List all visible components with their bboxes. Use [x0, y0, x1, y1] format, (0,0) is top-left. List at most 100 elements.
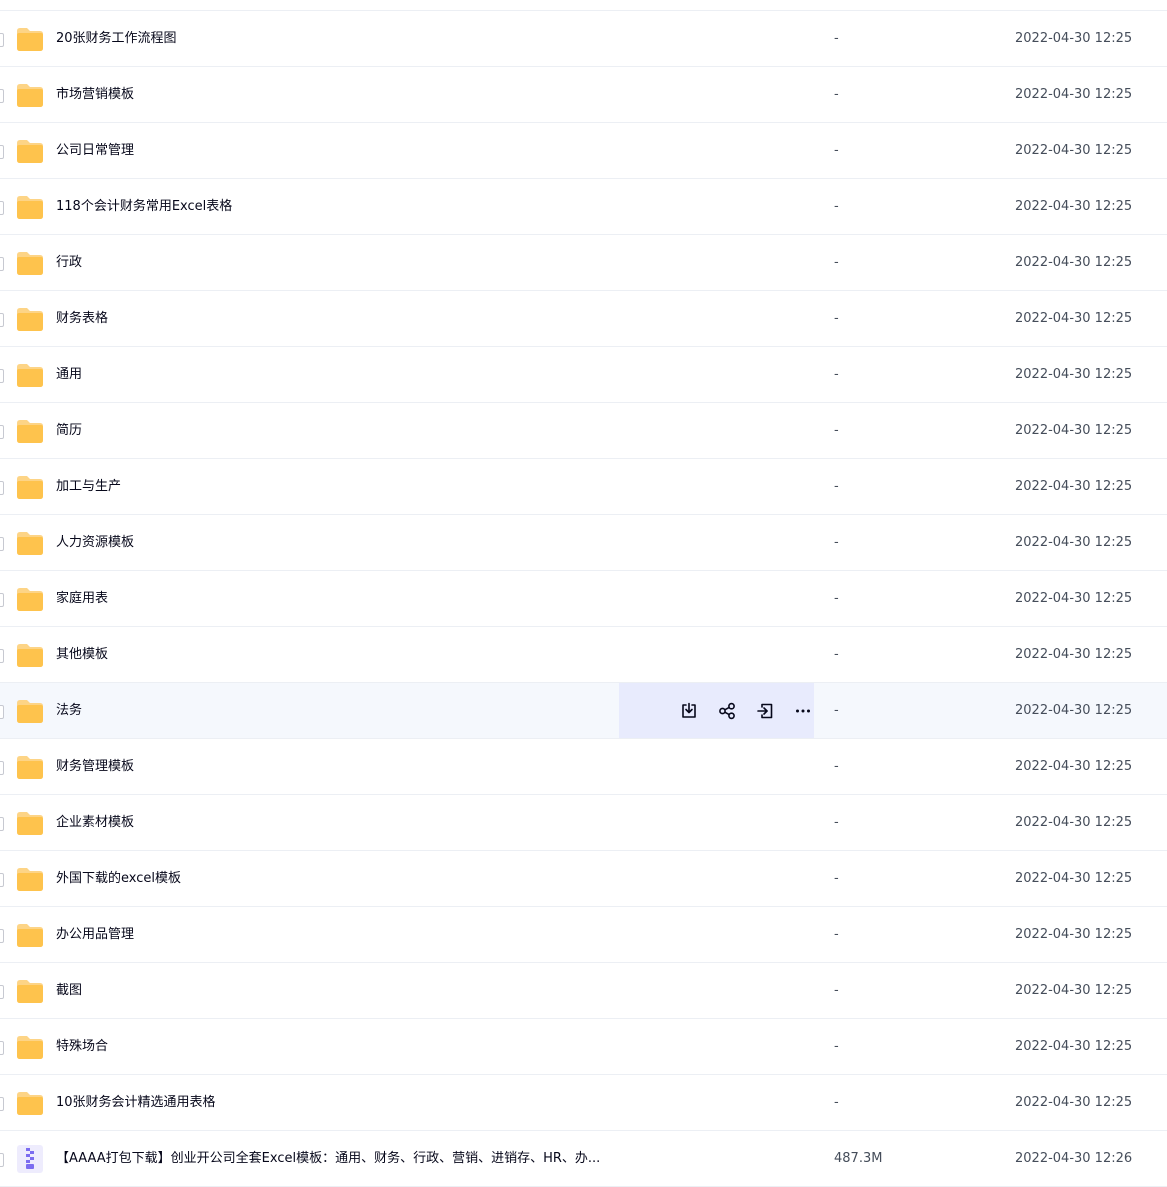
row-checkbox[interactable] [0, 873, 4, 887]
row-checkbox[interactable] [0, 537, 4, 551]
file-name[interactable]: 法务 [56, 701, 82, 721]
file-row[interactable]: 简历 - 2022-04-30 12:25 [0, 403, 1167, 459]
folder-icon [16, 193, 44, 221]
file-modified-time: 2022-04-30 12:25 [1015, 983, 1133, 998]
file-row[interactable]: 企业素材模板 - 2022-04-30 12:25 [0, 795, 1167, 851]
file-row[interactable]: 办公用品管理 - 2022-04-30 12:25 [0, 907, 1167, 963]
file-size: - [834, 815, 839, 830]
move-icon[interactable] [754, 700, 776, 722]
file-row[interactable]: 人力资源模板 - 2022-04-30 12:25 [0, 515, 1167, 571]
file-name[interactable]: 财务表格 [56, 309, 108, 329]
row-checkbox[interactable] [0, 1041, 4, 1055]
row-checkbox[interactable] [0, 593, 4, 607]
row-checkbox[interactable] [0, 201, 4, 215]
file-name[interactable]: 人力资源模板 [56, 533, 134, 553]
file-name[interactable]: 行政 [56, 253, 82, 273]
folder-icon [16, 25, 44, 53]
row-checkbox[interactable] [0, 705, 4, 719]
folder-icon [16, 753, 44, 781]
file-modified-time: 2022-04-30 12:25 [1015, 535, 1133, 550]
file-row[interactable]: 财务表格 - 2022-04-30 12:25 [0, 291, 1167, 347]
file-name[interactable]: 办公用品管理 [56, 925, 134, 945]
file-name[interactable]: 家庭用表 [56, 589, 108, 609]
folder-icon [16, 1033, 44, 1061]
file-row[interactable]: 加工与生产 - 2022-04-30 12:25 [0, 459, 1167, 515]
row-checkbox[interactable] [0, 369, 4, 383]
row-checkbox[interactable] [0, 33, 4, 47]
file-modified-time: 2022-04-30 12:25 [1015, 311, 1133, 326]
file-size: - [834, 759, 839, 774]
download-icon[interactable] [678, 700, 700, 722]
file-name[interactable]: 通用 [56, 365, 82, 385]
file-name[interactable]: 其他模板 [56, 645, 108, 665]
row-checkbox[interactable] [0, 1097, 4, 1111]
file-name[interactable]: 公司日常管理 [56, 141, 134, 161]
file-size: - [834, 647, 839, 662]
share-icon[interactable] [716, 700, 738, 722]
file-size: - [834, 983, 839, 998]
file-row[interactable]: 市场营销模板 - 2022-04-30 12:25 [0, 67, 1167, 123]
file-modified-time: 2022-04-30 12:25 [1015, 815, 1133, 830]
file-row[interactable]: 10张财务会计精选通用表格 - 2022-04-30 12:25 [0, 1075, 1167, 1131]
file-name[interactable]: 企业素材模板 [56, 813, 134, 833]
file-row[interactable]: 公司日常管理 - 2022-04-30 12:25 [0, 123, 1167, 179]
file-modified-time: 2022-04-30 12:25 [1015, 1095, 1133, 1110]
folder-icon [16, 641, 44, 669]
file-name[interactable]: 【AAAA打包下载】创业开公司全套Excel模板：通用、财务、行政、营销、进销存… [56, 1149, 600, 1169]
file-size: - [834, 479, 839, 494]
file-row[interactable]: 特殊场合 - 2022-04-30 12:25 [0, 1019, 1167, 1075]
file-name[interactable]: 20张财务工作流程图 [56, 29, 177, 49]
row-checkbox[interactable] [0, 985, 4, 999]
file-name[interactable]: 截图 [56, 981, 82, 1001]
folder-icon [16, 809, 44, 837]
folder-icon [16, 137, 44, 165]
file-modified-time: 2022-04-30 12:25 [1015, 87, 1133, 102]
file-size: 487.3M [834, 1151, 883, 1166]
file-size: - [834, 1095, 839, 1110]
row-checkbox[interactable] [0, 313, 4, 327]
row-checkbox[interactable] [0, 425, 4, 439]
file-modified-time: 2022-04-30 12:25 [1015, 927, 1133, 942]
row-checkbox[interactable] [0, 1153, 4, 1167]
folder-icon [16, 417, 44, 445]
file-name[interactable]: 特殊场合 [56, 1037, 108, 1057]
file-modified-time: 2022-04-30 12:25 [1015, 871, 1133, 886]
folder-icon [16, 529, 44, 557]
file-row[interactable]: 行政 - 2022-04-30 12:25 [0, 235, 1167, 291]
folder-icon [16, 697, 44, 725]
file-row[interactable]: 截图 - 2022-04-30 12:25 [0, 963, 1167, 1019]
file-row[interactable]: 财务管理模板 - 2022-04-30 12:25 [0, 739, 1167, 795]
file-size: - [834, 703, 839, 718]
file-size: - [834, 367, 839, 382]
file-row[interactable]: 其他模板 - 2022-04-30 12:25 [0, 627, 1167, 683]
file-size: - [834, 311, 839, 326]
file-modified-time: 2022-04-30 12:25 [1015, 367, 1133, 382]
file-modified-time: 2022-04-30 12:25 [1015, 647, 1133, 662]
file-row[interactable]: 通用 - 2022-04-30 12:25 [0, 347, 1167, 403]
file-name[interactable]: 加工与生产 [56, 477, 121, 497]
file-name[interactable]: 118个会计财务常用Excel表格 [56, 197, 232, 217]
file-modified-time: 2022-04-30 12:25 [1015, 255, 1133, 270]
file-name[interactable]: 财务管理模板 [56, 757, 134, 777]
file-name[interactable]: 10张财务会计精选通用表格 [56, 1093, 216, 1113]
file-row[interactable]: 法务 - 2022-04-30 12:25 [0, 683, 1167, 739]
row-checkbox[interactable] [0, 481, 4, 495]
row-checkbox[interactable] [0, 257, 4, 271]
file-name[interactable]: 市场营销模板 [56, 85, 134, 105]
row-checkbox[interactable] [0, 145, 4, 159]
file-row[interactable]: 家庭用表 - 2022-04-30 12:25 [0, 571, 1167, 627]
file-size: - [834, 423, 839, 438]
folder-icon [16, 361, 44, 389]
file-row[interactable]: 外国下载的excel模板 - 2022-04-30 12:25 [0, 851, 1167, 907]
row-checkbox[interactable] [0, 817, 4, 831]
file-modified-time: 2022-04-30 12:25 [1015, 1039, 1133, 1054]
row-checkbox[interactable] [0, 929, 4, 943]
file-name[interactable]: 简历 [56, 421, 82, 441]
file-row[interactable]: 118个会计财务常用Excel表格 - 2022-04-30 12:25 [0, 179, 1167, 235]
file-name[interactable]: 外国下载的excel模板 [56, 869, 181, 889]
more-icon[interactable] [792, 700, 814, 722]
row-checkbox[interactable] [0, 89, 4, 103]
row-checkbox[interactable] [0, 649, 4, 663]
row-checkbox[interactable] [0, 761, 4, 775]
file-row[interactable]: 20张财务工作流程图 - 2022-04-30 12:25 [0, 11, 1167, 67]
